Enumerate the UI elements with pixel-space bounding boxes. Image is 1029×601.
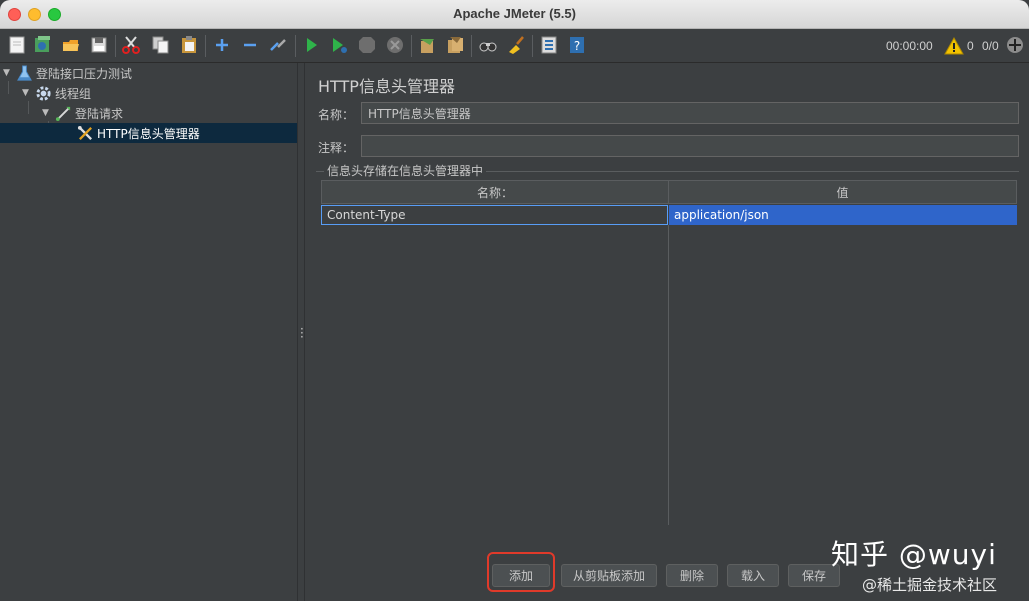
column-header-name[interactable]: 名称： (321, 180, 669, 204)
name-field[interactable] (361, 102, 1019, 124)
table-cell-name[interactable]: Content-Type (321, 205, 668, 225)
warning-count: 0 (967, 39, 974, 53)
start-icon[interactable] (300, 34, 322, 56)
paste-icon[interactable] (178, 34, 200, 56)
svg-text:?: ? (574, 39, 580, 53)
panel-splitter[interactable]: · · · (297, 63, 305, 601)
tree-item-label: 登陆请求 (75, 106, 124, 121)
function-helper-icon[interactable] (538, 34, 560, 56)
search-icon[interactable] (477, 34, 499, 56)
comment-label: 注释： (318, 141, 355, 155)
tree-item-sampler[interactable]: ▼ 登陆请求 (0, 103, 297, 123)
panel-title: HTTP信息头管理器 (318, 77, 455, 96)
tree-item-test-plan[interactable]: ▼ 登陆接口压力测试 (0, 63, 297, 83)
name-label: 名称： (318, 108, 355, 122)
tree-item-label: HTTP信息头管理器 (97, 126, 200, 141)
clear-icon[interactable] (416, 34, 438, 56)
window-title: Apache JMeter (5.5) (453, 6, 576, 21)
add-button-highlight (487, 552, 555, 592)
table-cell-value[interactable]: application/json (669, 205, 1017, 225)
watermark-juejin: @稀土掘金技术社区 (862, 576, 998, 594)
column-header-value[interactable]: 值 (668, 180, 1017, 204)
add-from-clipboard-button[interactable]: 从剪贴板添加 (561, 564, 657, 587)
test-plan-tree: ▼ 登陆接口压力测试 ▼ 线程组 ▼ 登陆请求 HTTP信息头管理器 (0, 63, 297, 601)
remote-start-icon[interactable] (1004, 34, 1026, 56)
elapsed-timer: 00:00:00 (886, 39, 933, 53)
expand-arrow-icon[interactable]: ▼ (3, 68, 15, 78)
delete-button[interactable]: 删除 (666, 564, 718, 587)
headers-table: 名称： 值 Content-Type application/json (321, 180, 1017, 525)
tree-item-label: 线程组 (55, 86, 92, 101)
headers-group-title: 信息头存储在信息头管理器中 (324, 162, 487, 179)
expand-arrow-icon[interactable]: ▼ (22, 88, 34, 98)
load-button[interactable]: 载入 (727, 564, 779, 587)
new-icon[interactable] (6, 34, 28, 56)
stop-icon[interactable] (356, 34, 378, 56)
shutdown-icon[interactable] (384, 34, 406, 56)
watermark-zhihu: 知乎 @wuyi (831, 538, 997, 571)
toggle-icon[interactable] (267, 34, 289, 56)
sampler-icon (54, 104, 72, 122)
reset-search-icon[interactable] (505, 34, 527, 56)
toolbar: ? 00:00:00 0 0/0 (0, 29, 1029, 63)
config-element-icon (76, 124, 94, 142)
column-divider (668, 225, 669, 525)
active-thread-count: 0/0 (982, 39, 999, 53)
templates-icon[interactable] (32, 34, 54, 56)
open-icon[interactable] (60, 34, 82, 56)
collapse-icon[interactable] (239, 34, 261, 56)
splitter-grip-icon[interactable]: · · · (300, 323, 304, 343)
title-bar: Apache JMeter (5.5) (0, 0, 1029, 29)
expand-arrow-icon[interactable]: ▼ (42, 108, 54, 118)
start-no-pause-icon[interactable] (328, 34, 350, 56)
save-icon[interactable] (88, 34, 110, 56)
thread-group-icon (34, 84, 52, 102)
cut-icon[interactable] (120, 34, 142, 56)
help-icon[interactable]: ? (566, 34, 588, 56)
comment-field[interactable] (361, 135, 1019, 157)
tree-item-label: 登陆接口压力测试 (36, 66, 133, 81)
copy-icon[interactable] (150, 34, 172, 56)
tree-item-header-manager[interactable]: HTTP信息头管理器 (0, 123, 297, 143)
tree-item-thread-group[interactable]: ▼ 线程组 (0, 83, 297, 103)
warning-icon[interactable] (943, 35, 965, 57)
test-plan-icon (15, 64, 33, 82)
expand-icon[interactable] (211, 34, 233, 56)
header-manager-panel: HTTP信息头管理器 名称： 注释： 信息头存储在信息头管理器中 名称： 值 C… (305, 63, 1029, 601)
clear-all-icon[interactable] (444, 34, 466, 56)
